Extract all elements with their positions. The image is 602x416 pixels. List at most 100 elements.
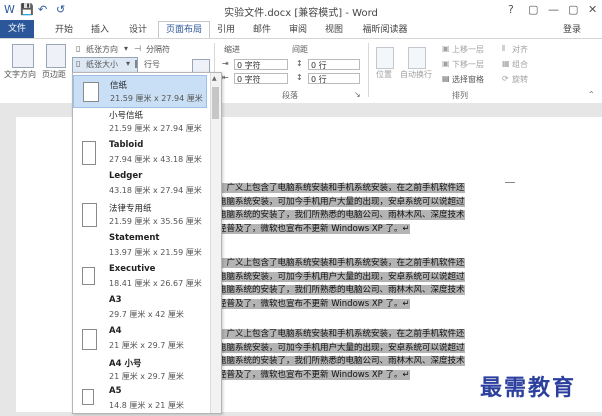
paper-size-item[interactable]: Statement 13.97 厘米 x 21.59 厘米 [73, 230, 207, 263]
paper-size-item[interactable]: A4 21 厘米 x 29.7 厘米 [73, 323, 207, 356]
margins-button[interactable]: 页边距 [42, 69, 66, 80]
paper-size-dimensions: 43.18 厘米 x 27.94 厘米 [109, 186, 202, 195]
selection-pane-icon: ▤ [442, 74, 450, 83]
paper-size-item[interactable]: 信纸 21.59 厘米 x 27.94 厘米 [73, 75, 207, 108]
group-button[interactable]: 组合 [512, 59, 528, 70]
maximize-button[interactable]: ▢ [568, 3, 578, 16]
indent-label: 缩进 [224, 45, 240, 54]
spacing-label: 间距 [292, 45, 308, 54]
wrap-text-button[interactable]: 自动换行 [400, 69, 432, 80]
watermark: 最需教育 [480, 375, 577, 401]
indent-right-field[interactable]: 0 字符 [234, 73, 288, 84]
bring-forward-icon: ▣ [442, 44, 450, 53]
paragraph-line: 电脑系统安装，可加今手机用户大量的出现，安卓系统可以说超过 [218, 196, 465, 207]
paper-icon [82, 203, 97, 227]
spacing-after-field[interactable]: 0 行 [308, 73, 360, 84]
collapse-ribbon-icon[interactable]: ⌃ [588, 90, 595, 99]
tab-home[interactable]: 开始 [50, 22, 78, 38]
help-button[interactable]: ? [508, 3, 514, 16]
selection-pane-button[interactable]: 选择窗格 [452, 74, 484, 85]
breaks-icon: ⊣ [134, 44, 141, 53]
title-bar: W 💾 ↶ ↺ 实验文件.docx [兼容模式] - Word ? ▢ — ▢ … [0, 0, 602, 20]
paper-size-item[interactable]: 小号信纸 21.59 厘米 x 27.94 厘米 [73, 106, 207, 139]
indent-left-icon: ⇥ [222, 59, 229, 68]
tab-mailings[interactable]: 邮件 [250, 22, 274, 38]
scroll-up-icon[interactable]: ▲ [212, 75, 217, 82]
send-backward-button[interactable]: 下移一层 [452, 59, 484, 70]
paragraph[interactable]: 》广义上包含了电脑系统安装和手机系统安装，在之前手机软件还 电脑系统安装，可加今… [218, 257, 508, 311]
tab-file[interactable]: 文件 [0, 20, 34, 38]
paper-size-dimensions: 29.7 厘米 x 42 厘米 [109, 310, 184, 319]
paper-size-name: Tabloid [109, 140, 144, 150]
paper-size-name: Ledger [109, 171, 143, 181]
tab-references[interactable]: 引用 [214, 22, 238, 38]
paragraph-line: 》广义上包含了电脑系统安装和手机系统安装，在之前手机软件还 [218, 183, 465, 193]
position-icon[interactable] [376, 47, 394, 69]
dialog-launcher-icon[interactable]: ↘ [354, 90, 361, 99]
paper-size-dimensions: 21.59 厘米 x 27.94 厘米 [109, 124, 202, 133]
paper-icon [82, 329, 97, 350]
paragraph-group-label: 段落 [282, 91, 298, 100]
align-button[interactable]: 对齐 [512, 44, 528, 55]
paper-icon [82, 267, 95, 285]
paragraph-line: 》广义上包含了电脑系统安装和手机系统安装，在之前手机软件还 [218, 329, 465, 339]
paper-size-item[interactable]: Tabloid 27.94 厘米 x 43.18 厘米 [73, 137, 207, 170]
paper-size-name: A4 [109, 326, 122, 336]
paper-size-item[interactable]: A3 29.7 厘米 x 42 厘米 [73, 292, 207, 325]
paper-size-dimensions: 21 厘米 x 29.7 厘米 [109, 372, 184, 381]
paragraph[interactable]: 》广义上包含了电脑系统安装和手机系统安装，在之前手机软件还 电脑系统安装，可加今… [218, 328, 508, 382]
paper-size-dimensions: 27.94 厘米 x 43.18 厘米 [109, 155, 202, 164]
size-button[interactable]: 纸张大小 [86, 59, 118, 70]
paragraph-line: 经普及了，微软也宣布不更新 Windows XP 了。↵ [218, 298, 410, 309]
group-icon: ▦ [502, 59, 510, 68]
tab-page-layout[interactable]: 页面布局 [158, 21, 210, 39]
text-direction-icon[interactable] [12, 44, 34, 68]
paper-size-item[interactable]: A5 14.8 厘米 x 21 厘米 [73, 383, 207, 416]
paper-size-name: 小号信纸 [109, 111, 144, 121]
indent-left-field[interactable]: 0 字符 [234, 59, 288, 70]
spacing-after-icon: ↕ [296, 73, 303, 82]
tab-insert[interactable]: 插入 [86, 22, 114, 38]
rotate-button[interactable]: 旋转 [512, 74, 528, 85]
breaks-button[interactable]: 分隔符 [146, 44, 170, 55]
spacing-before-field[interactable]: 0 行 [308, 59, 360, 70]
close-button[interactable]: ✕ [588, 3, 597, 16]
line-numbers-button[interactable]: 行号 [144, 59, 160, 70]
text-direction-button[interactable]: 文字方向 [4, 69, 36, 80]
position-button[interactable]: 位置 [376, 69, 392, 80]
chevron-down-icon: ▾ [126, 59, 131, 68]
tab-view[interactable]: 视图 [322, 22, 346, 38]
paragraph-line: 电脑系统的安装了，我们所熟悉的电脑公司、雨林木风、深度技术 [218, 356, 465, 366]
tab-review[interactable]: 审阅 [286, 22, 310, 38]
paper-size-name: Executive [109, 264, 156, 274]
paragraph-line: 电脑系统的安装了，我们所熟悉的电脑公司、雨林木风、深度技术 [218, 285, 465, 295]
dropdown-scrollbar[interactable]: ▲ [210, 73, 221, 413]
bring-forward-button[interactable]: 上移一层 [452, 44, 484, 55]
sign-in-link[interactable]: 登录 [560, 22, 584, 38]
ribbon-display-button[interactable]: ▢ [528, 3, 538, 16]
paper-size-item[interactable]: Executive 18.41 厘米 x 26.67 厘米 [73, 261, 207, 294]
paragraph-line: 经普及了，微软也宣布不更新 Windows XP 了。↵ [218, 223, 410, 234]
paper-size-name: A5 [109, 386, 122, 396]
wrap-text-icon[interactable] [408, 47, 426, 69]
tab-foxit-reader[interactable]: 福昕阅读器 [360, 22, 410, 38]
paragraph-line: 经普及了，微软也宣布不更新 Windows XP 了。↵ [218, 369, 410, 380]
paper-size-name: Statement [109, 233, 160, 243]
arrange-group-label: 排列 [452, 91, 468, 100]
paragraph[interactable]: 》广义上包含了电脑系统安装和手机系统安装，在之前手机软件还 电脑系统安装，可加今… [218, 182, 508, 236]
indent-right-icon: ⇤ [222, 73, 229, 82]
paper-icon [82, 389, 94, 405]
tab-design[interactable]: 设计 [124, 22, 152, 38]
orientation-button[interactable]: 纸张方向 [86, 44, 118, 55]
paper-size-item[interactable]: Ledger 43.18 厘米 x 27.94 厘米 [73, 168, 207, 201]
scroll-thumb[interactable] [212, 87, 219, 119]
group-divider [368, 43, 369, 97]
paragraph-line: 电脑系统安装，可加今手机用户大量的出现，安卓系统可以说超过 [218, 271, 465, 282]
paragraph-line: 》广义上包含了电脑系统安装和手机系统安装，在之前手机软件还 [218, 258, 465, 268]
minimize-button[interactable]: — [548, 3, 559, 16]
paper-size-name: 信纸 [110, 81, 128, 91]
paper-size-name: 法律专用纸 [109, 204, 152, 214]
paper-icon [82, 141, 96, 165]
paper-size-item[interactable]: 法律专用纸 21.59 厘米 x 35.56 厘米 [73, 199, 207, 232]
margins-icon[interactable] [46, 44, 66, 68]
